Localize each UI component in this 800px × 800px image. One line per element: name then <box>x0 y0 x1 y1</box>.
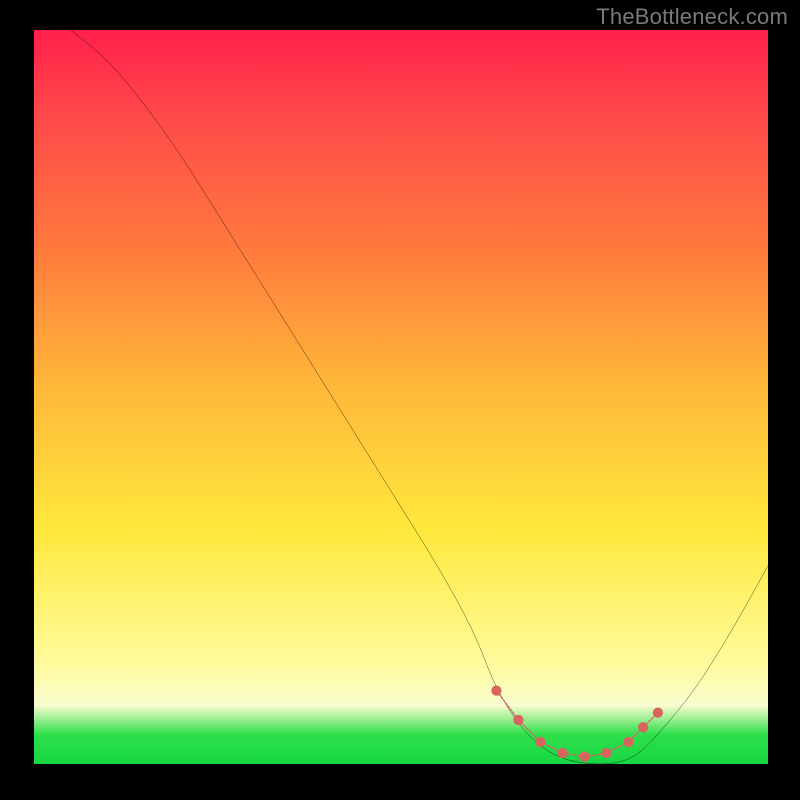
highlight-markers <box>491 685 663 761</box>
highlight-segment <box>540 742 562 753</box>
bottleneck-curve <box>71 30 768 764</box>
curve-layer <box>34 30 768 764</box>
highlight-segment <box>607 742 629 753</box>
watermark-label: TheBottleneck.com <box>596 4 788 30</box>
highlight-segment <box>518 720 540 742</box>
plot-area <box>34 30 768 764</box>
chart-container: TheBottleneck.com <box>0 0 800 800</box>
highlight-segment <box>496 691 518 720</box>
